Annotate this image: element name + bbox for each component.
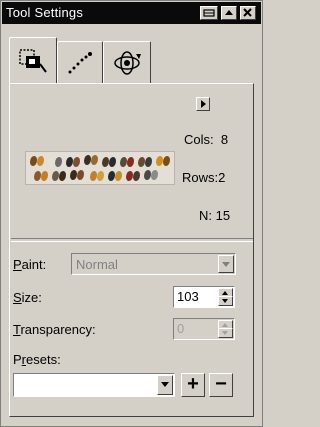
tool-settings-window: Tool Settings Cols: 8 Rows:2 N: 15 Paint… xyxy=(0,0,263,427)
size-value[interactable]: 103 xyxy=(177,289,199,304)
tab-sprayer-settings[interactable] xyxy=(9,37,57,83)
cols-label: Cols: 8 xyxy=(184,132,228,147)
title-bar[interactable]: Tool Settings xyxy=(2,2,261,24)
rows-label-text: Rows: xyxy=(182,170,219,185)
butterfly-thumb xyxy=(34,171,48,181)
transparency-decrement-button[interactable] xyxy=(218,328,233,338)
butterfly-thumb xyxy=(120,157,134,167)
sprayer-menu-button[interactable] xyxy=(196,97,210,111)
add-preset-button[interactable]: + xyxy=(181,373,205,397)
close-icon xyxy=(243,8,252,17)
butterfly-thumb xyxy=(30,156,44,166)
size-decrement-button[interactable] xyxy=(218,296,233,306)
butterfly-thumb xyxy=(52,171,66,181)
size-label-rest: ize: xyxy=(21,290,42,305)
butterfly-thumb xyxy=(102,157,116,167)
spray-dots-icon xyxy=(68,52,92,74)
butterfly-thumb xyxy=(48,157,62,167)
n-value: 15 xyxy=(215,208,231,223)
butterfly-thumb xyxy=(156,156,170,166)
transparency-label-rest: ransparency: xyxy=(20,322,96,337)
butterfly-thumb xyxy=(70,170,84,180)
presets-label-rest: esets: xyxy=(26,352,61,367)
paint-mode-value: Normal xyxy=(76,257,118,272)
butterfly-thumb xyxy=(144,170,158,180)
butterfly-thumb xyxy=(126,171,140,181)
rotate-icon xyxy=(114,51,141,75)
up-arrow-icon xyxy=(225,10,233,15)
butterfly-thumb xyxy=(90,171,104,181)
image-list-preview[interactable] xyxy=(25,151,175,185)
remove-preset-button[interactable]: − xyxy=(209,373,233,397)
window-title: Tool Settings xyxy=(6,5,84,20)
paint-label-rest: aint: xyxy=(21,257,47,272)
n-label: N: 15 xyxy=(199,208,230,223)
size-label: Size: xyxy=(13,290,42,305)
transparency-value[interactable]: 0 xyxy=(177,321,184,336)
close-button[interactable] xyxy=(240,6,256,20)
sprayer-settings-icon xyxy=(19,49,47,73)
butterfly-thumb xyxy=(138,157,152,167)
tab-spray-path[interactable] xyxy=(57,41,103,83)
n-label-text: N: xyxy=(199,208,212,223)
tab-rotation[interactable] xyxy=(103,41,151,83)
butterfly-thumb xyxy=(66,157,80,167)
presets-label: Presets: xyxy=(13,352,61,367)
paint-dropdown-arrow[interactable] xyxy=(218,255,234,273)
butterfly-thumb xyxy=(84,155,98,165)
transparency-spin-buttons xyxy=(218,320,233,338)
cols-value: 8 xyxy=(220,132,229,147)
rows-value: 2 xyxy=(218,170,226,185)
size-spin-buttons xyxy=(218,288,233,306)
transparency-label: Transparency: xyxy=(13,322,96,337)
presets-dropdown[interactable] xyxy=(13,373,175,397)
butterfly-thumb xyxy=(108,171,122,181)
presets-label-pre: P xyxy=(13,352,22,367)
paint-label: Paint: xyxy=(13,257,46,272)
paint-mode-dropdown[interactable]: Normal xyxy=(71,253,236,275)
section-divider xyxy=(11,238,253,242)
collapse-button[interactable] xyxy=(221,6,237,20)
pin-icon xyxy=(203,9,215,17)
cols-label-text: Cols: xyxy=(184,132,214,147)
size-spinner[interactable]: 103 xyxy=(173,286,235,308)
rows-label: Rows:2 xyxy=(182,170,225,185)
paint-label-accel: P xyxy=(13,257,22,272)
size-label-accel: S xyxy=(13,290,22,305)
pin-button[interactable] xyxy=(200,6,218,20)
presets-dropdown-arrow[interactable] xyxy=(157,375,173,395)
transparency-spinner[interactable]: 0 xyxy=(173,318,235,340)
